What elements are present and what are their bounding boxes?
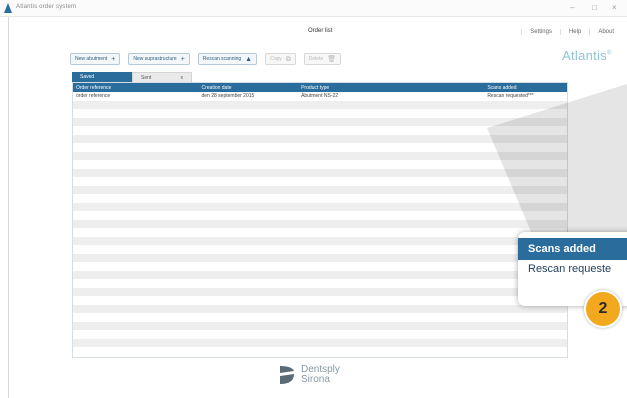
minimize-button[interactable]: – — [570, 3, 574, 13]
table-row-empty — [73, 134, 567, 143]
tab-sent[interactable]: Sent x — [132, 72, 192, 82]
app-title: Atlantis order system — [16, 4, 77, 10]
table-row-empty — [73, 304, 567, 313]
plus-icon: + — [180, 55, 185, 63]
table-row-empty — [73, 313, 567, 322]
table-row-empty — [73, 296, 567, 305]
button-label: New suprastructure — [133, 56, 177, 62]
column-header-product-type[interactable]: Product type — [298, 83, 484, 92]
table-row-empty — [73, 185, 567, 194]
dentsply-sirona-logo-icon — [280, 366, 294, 384]
cell-order-reference: order reference — [76, 93, 111, 100]
window-titlebar: Atlantis order system – □ × — [0, 0, 627, 17]
nav-settings[interactable]: Settings — [521, 29, 560, 35]
copy-button[interactable]: Copy ⧉ — [265, 53, 296, 65]
table-row-empty — [73, 117, 567, 126]
button-label: New abutment — [75, 56, 108, 62]
table-row-empty — [73, 253, 567, 262]
app-header: Order list Settings Help About — [8, 17, 627, 47]
order-tabs: Saved Sent x — [72, 72, 192, 82]
toolbar: New abutment + New suprastructure + Resc… — [70, 53, 342, 65]
footer-wordmark: Dentsply Sirona — [301, 365, 340, 385]
copy-icon: ⧉ — [285, 55, 291, 63]
new-abutment-button[interactable]: New abutment + — [70, 53, 121, 65]
table-row-empty — [73, 194, 567, 203]
table-row-empty — [73, 100, 567, 109]
button-label: Delete — [308, 56, 324, 62]
page-title: Order list — [308, 28, 333, 34]
order-table: Order reference Creation date Product ty… — [72, 82, 568, 358]
table-row-empty — [73, 143, 567, 152]
rescan-button[interactable]: Rescan scanning ▲ — [197, 53, 258, 65]
tab-close-icon[interactable]: x — [181, 75, 184, 81]
button-label: Copy — [270, 56, 282, 62]
table-row-empty — [73, 211, 567, 220]
table-row-empty — [73, 347, 567, 356]
tab-saved[interactable]: Saved — [72, 72, 132, 82]
top-nav: Settings Help About — [521, 29, 622, 35]
table-row-empty — [73, 338, 567, 347]
nav-help[interactable]: Help — [559, 29, 589, 35]
table-row-empty — [73, 321, 567, 330]
brand-logo: Atlantis® — [562, 48, 612, 63]
brand-mark: ® — [607, 50, 612, 57]
table-row-empty — [73, 330, 567, 339]
nav-about[interactable]: About — [589, 29, 622, 35]
table-row-empty — [73, 126, 567, 135]
table-row-empty — [73, 219, 567, 228]
table-row-empty — [73, 236, 567, 245]
table-row-empty — [73, 228, 567, 237]
table-header: Order reference Creation date Product ty… — [73, 83, 567, 92]
callout-value: Rescan requeste — [528, 263, 612, 275]
table-row-empty — [73, 160, 567, 169]
brand-name: Atlantis — [562, 48, 608, 63]
table-row-empty — [73, 177, 567, 186]
table-row-empty — [73, 262, 567, 271]
tab-label: Saved — [80, 74, 95, 80]
close-button[interactable]: × — [612, 3, 617, 13]
cell-scans-added: Rescan requested*** — [487, 93, 534, 100]
footer-logo: Dentsply Sirona — [278, 364, 340, 386]
step-badge: 2 — [584, 290, 622, 328]
table-row-empty — [73, 279, 567, 288]
callout-header: Scans added — [518, 238, 627, 260]
column-header-creation-date[interactable]: Creation date — [198, 83, 298, 92]
table-row-empty — [73, 109, 567, 118]
delete-button[interactable]: Delete 🗑 — [303, 53, 342, 65]
plus-icon: + — [111, 55, 116, 63]
maximize-button[interactable]: □ — [592, 3, 597, 13]
trash-icon: 🗑 — [327, 55, 337, 63]
footer-line-2: Sirona — [301, 374, 330, 385]
table-row-empty — [73, 245, 567, 254]
cell-creation-date: den 28 september 2015 — [201, 93, 255, 100]
table-row-empty — [73, 168, 567, 177]
button-label: Rescan scanning — [202, 56, 242, 62]
column-header-scans-added[interactable]: Scans added — [484, 83, 567, 92]
cell-product-type: Abutment NS-22 — [301, 93, 339, 100]
table-row-empty — [73, 270, 567, 279]
table-row-empty — [73, 287, 567, 296]
table-row-empty — [73, 202, 567, 211]
table-body: order reference den 28 september 2015 Ab… — [73, 92, 567, 356]
new-suprastructure-button[interactable]: New suprastructure + — [128, 53, 190, 65]
tab-label: Sent — [141, 74, 152, 81]
scan-icon: ▲ — [245, 55, 253, 63]
column-header-order-reference[interactable]: Order reference — [73, 83, 198, 92]
app-logo-icon — [4, 3, 12, 13]
table-row-empty — [73, 151, 567, 160]
table-row[interactable]: order reference den 28 september 2015 Ab… — [73, 92, 567, 101]
